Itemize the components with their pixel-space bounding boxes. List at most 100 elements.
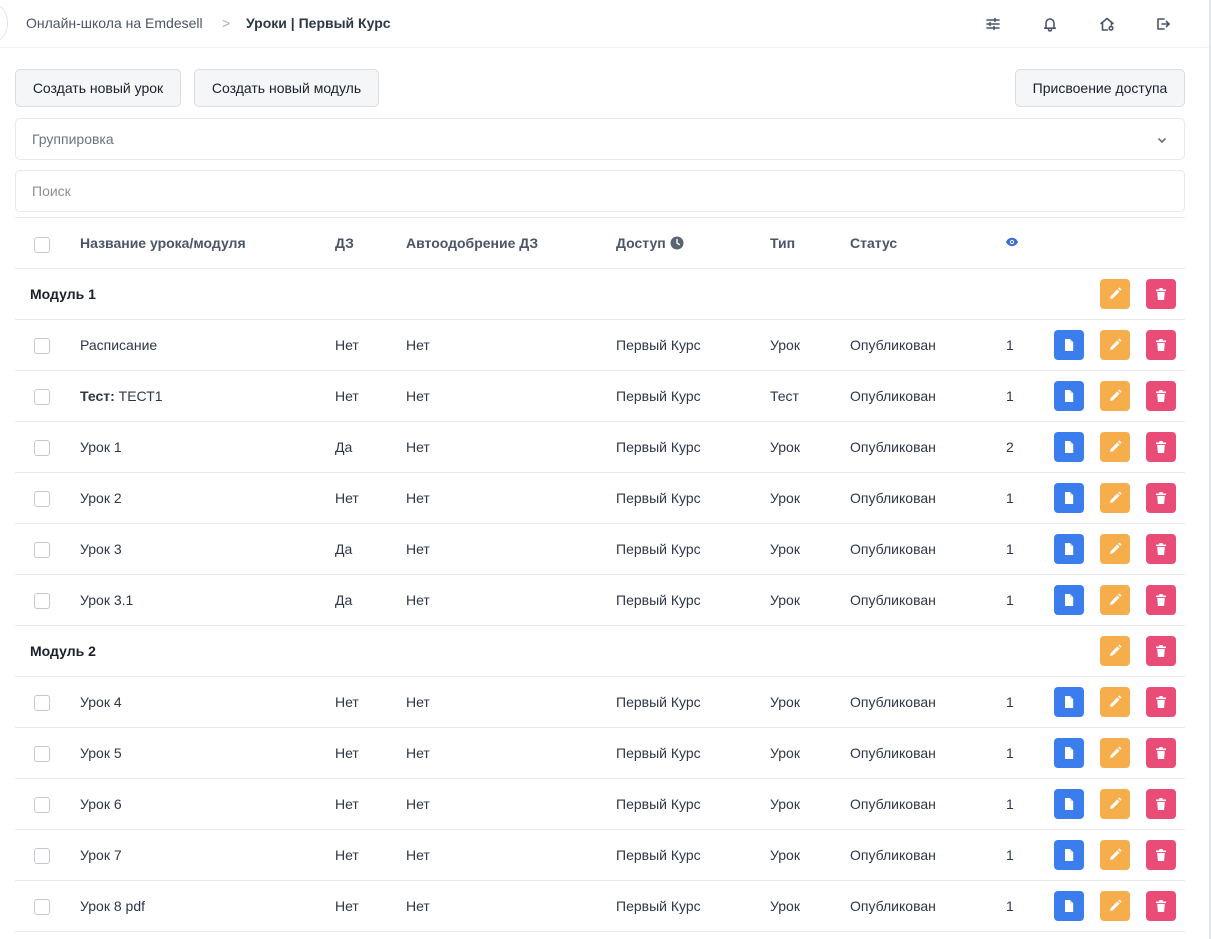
delete-lesson-button[interactable] — [1146, 585, 1176, 615]
views-count: 1 — [1006, 847, 1014, 863]
lesson-name-text: Урок 3.1 — [80, 592, 134, 608]
row-checkbox[interactable] — [34, 491, 50, 507]
view-lesson-button[interactable] — [1054, 687, 1084, 717]
row-checkbox[interactable] — [34, 797, 50, 813]
sliders-icon[interactable] — [981, 12, 1005, 36]
view-lesson-button[interactable] — [1054, 585, 1084, 615]
row-checkbox[interactable] — [34, 593, 50, 609]
access-value: Первый Курс — [616, 592, 701, 608]
new-lesson-button[interactable]: Создать новый урок — [15, 69, 181, 107]
lesson-name[interactable]: Тест: ТЕСТ1 — [80, 388, 163, 404]
row-checkbox[interactable] — [34, 440, 50, 456]
lesson-name[interactable]: Урок 3 — [80, 541, 122, 557]
sidebar-toggle[interactable] — [0, 4, 8, 42]
auto-approve-value: Нет — [406, 388, 430, 404]
view-lesson-button[interactable] — [1054, 738, 1084, 768]
select-all-checkbox[interactable] — [34, 237, 50, 253]
lesson-name[interactable]: Урок 8 pdf — [80, 898, 145, 914]
row-checkbox[interactable] — [34, 848, 50, 864]
access-value: Первый Курс — [616, 541, 701, 557]
delete-lesson-button[interactable] — [1146, 789, 1176, 819]
edit-lesson-button[interactable] — [1100, 891, 1130, 921]
lesson-name[interactable]: Урок 4 — [80, 694, 122, 710]
edit-lesson-button[interactable] — [1100, 738, 1130, 768]
delete-module-icon — [1156, 645, 1166, 657]
edit-module-button[interactable] — [1100, 279, 1130, 309]
bell-icon[interactable] — [1038, 12, 1062, 36]
auto-approve-value: Нет — [406, 694, 430, 710]
new-module-button[interactable]: Создать новый модуль — [194, 69, 379, 107]
delete-module-button[interactable] — [1146, 636, 1176, 666]
edit-lesson-button[interactable] — [1100, 381, 1130, 411]
search-field[interactable] — [15, 170, 1185, 212]
home-settings-icon[interactable] — [1095, 12, 1119, 36]
grouping-select[interactable]: Группировка — [15, 118, 1185, 160]
header-hw: ДЗ — [335, 235, 354, 251]
view-lesson-button[interactable] — [1054, 789, 1084, 819]
view-lesson-button[interactable] — [1054, 534, 1084, 564]
delete-lesson-icon — [1156, 696, 1166, 708]
row-checkbox[interactable] — [34, 746, 50, 762]
row-checkbox[interactable] — [34, 389, 50, 405]
assign-access-button[interactable]: Присвоение доступа — [1015, 69, 1185, 107]
status-value: Опубликован — [850, 694, 936, 710]
auto-approve-value: Нет — [406, 796, 430, 812]
view-lesson-button[interactable] — [1054, 891, 1084, 921]
delete-lesson-button[interactable] — [1146, 534, 1176, 564]
edit-lesson-button[interactable] — [1100, 687, 1130, 717]
breadcrumb-root[interactable]: Онлайн-школа на Emdesell — [26, 14, 203, 32]
edit-lesson-button[interactable] — [1100, 789, 1130, 819]
edit-lesson-button[interactable] — [1100, 330, 1130, 360]
delete-module-icon — [1156, 288, 1166, 300]
module-title: Модуль 1 — [30, 286, 96, 302]
auto-approve-value: Нет — [406, 745, 430, 761]
edit-lesson-button[interactable] — [1100, 432, 1130, 462]
delete-lesson-icon — [1156, 900, 1166, 912]
view-lesson-button[interactable] — [1054, 483, 1084, 513]
lesson-name[interactable]: Урок 2 — [80, 490, 122, 506]
delete-lesson-button[interactable] — [1146, 738, 1176, 768]
status-value: Опубликован — [850, 541, 936, 557]
logout-icon[interactable] — [1151, 12, 1175, 36]
row-checkbox[interactable] — [34, 542, 50, 558]
delete-lesson-button[interactable] — [1146, 330, 1176, 360]
lesson-name[interactable]: Урок 1 — [80, 439, 122, 455]
lesson-name[interactable]: Урок 7 — [80, 847, 122, 863]
edit-lesson-button[interactable] — [1100, 534, 1130, 564]
view-lesson-button[interactable] — [1054, 330, 1084, 360]
edit-lesson-button[interactable] — [1100, 483, 1130, 513]
row-checkbox[interactable] — [34, 695, 50, 711]
delete-lesson-button[interactable] — [1146, 483, 1176, 513]
delete-lesson-button[interactable] — [1146, 840, 1176, 870]
delete-module-button[interactable] — [1146, 279, 1176, 309]
header-auto-approve: Автоодобрение ДЗ — [406, 235, 539, 251]
edit-module-icon — [1110, 644, 1122, 656]
row-checkbox[interactable] — [34, 899, 50, 915]
lesson-name[interactable]: Урок 6 — [80, 796, 122, 812]
table-row: Урок 6 Нет Нет Первый Курс Урок Опубликован 1 — [15, 779, 1185, 830]
delete-lesson-button[interactable] — [1146, 381, 1176, 411]
type-value: Урок — [770, 694, 800, 710]
lesson-name[interactable]: Расписание — [80, 337, 157, 353]
delete-lesson-button[interactable] — [1146, 432, 1176, 462]
lesson-name[interactable]: Урок 5 — [80, 745, 122, 761]
view-lesson-icon — [1065, 492, 1074, 504]
edit-module-button[interactable] — [1100, 636, 1130, 666]
table-row: Урок 2 Нет Нет Первый Курс Урок Опубликован 1 — [15, 473, 1185, 524]
row-checkbox[interactable] — [34, 338, 50, 354]
edit-lesson-button[interactable] — [1100, 585, 1130, 615]
edit-lesson-button[interactable] — [1100, 840, 1130, 870]
lesson-name[interactable]: Урок 3.1 — [80, 592, 133, 608]
view-lesson-button[interactable] — [1054, 840, 1084, 870]
access-value: Первый Курс — [616, 847, 701, 863]
edit-lesson-icon — [1110, 389, 1122, 401]
view-lesson-button[interactable] — [1054, 381, 1084, 411]
view-lesson-icon — [1065, 747, 1074, 759]
search-input[interactable] — [16, 171, 1184, 211]
view-lesson-button[interactable] — [1054, 432, 1084, 462]
status-value: Опубликован — [850, 592, 936, 608]
table-row: Урок 7 Нет Нет Первый Курс Урок Опубликован 1 — [15, 830, 1185, 881]
type-value: Урок — [770, 439, 800, 455]
delete-lesson-button[interactable] — [1146, 891, 1176, 921]
delete-lesson-button[interactable] — [1146, 687, 1176, 717]
